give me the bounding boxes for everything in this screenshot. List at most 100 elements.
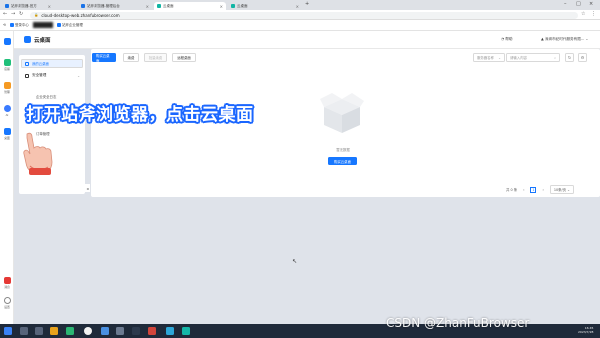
user-name: 深圳市纪时代服务有限... — [544, 37, 585, 41]
home-icon — [3, 38, 11, 45]
bookmarks-bar: ⟲ 登录中心 站斧企业管理 — [0, 20, 600, 31]
bookmark-enterprise[interactable]: 站斧企业管理 — [56, 23, 83, 28]
rail-desktop[interactable]: 桌面 — [2, 128, 12, 140]
desktop-icon — [3, 128, 11, 135]
buy-cloud-desktop-button[interactable]: 购买云桌面 — [92, 53, 116, 63]
close-icon[interactable]: × — [220, 4, 223, 9]
next-page-icon[interactable]: › — [542, 188, 543, 192]
bookmark-label: 登录中心 — [14, 22, 29, 27]
rail-ai[interactable]: AI — [2, 105, 12, 117]
remote-desktop-button[interactable]: 远程桌面 — [172, 53, 196, 62]
bookmark-icon — [9, 23, 14, 27]
batch-renew-button[interactable]: 批量续费 — [144, 53, 167, 62]
browser-tab-strip: 站斧浏览器-官方 × 站斧浏览器-管理后台 × 云桌面 × 云桌面 × + – … — [0, 0, 600, 10]
url-field[interactable]: 🔒 cloud-desktop-web.zhanfubrowser.com — [30, 11, 578, 19]
pagination: 共 0 条 ‹ 1 › 10条/页 ⌄ — [506, 185, 574, 194]
search-icon: ⌕ — [554, 55, 556, 60]
rail-manage[interactable]: 管理 — [2, 82, 12, 94]
bookmark-login-center[interactable]: 登录中心 — [9, 22, 29, 28]
user-menu[interactable]: ▲ 深圳市纪时代服务有限... ⌄ — [541, 37, 588, 42]
manage-icon — [3, 82, 11, 89]
refresh-icon[interactable]: ↻ — [565, 53, 574, 62]
watermark: CSDN @ZhanFuBrowser — [386, 316, 530, 330]
redacted-bookmark — [32, 22, 53, 28]
menu-icon[interactable]: ⋮ — [591, 11, 596, 17]
close-icon[interactable]: × — [48, 4, 51, 9]
empty-buy-button[interactable]: 购买云桌面 — [328, 157, 357, 165]
collapse-sidebar-button[interactable]: ◂ — [85, 184, 90, 192]
maximize-icon[interactable]: □ — [576, 1, 581, 7]
reload-icon[interactable]: ↻ — [19, 11, 23, 17]
app-icon[interactable] — [101, 327, 109, 335]
rail-label: 桌面 — [4, 135, 10, 140]
sidebar-item-security[interactable]: 安全管理 ⌄ — [21, 71, 83, 80]
rail-label: 消息 — [4, 284, 10, 289]
start-icon[interactable] — [4, 327, 12, 335]
tab-title: 站斧浏览器-管理后台 — [87, 3, 120, 8]
app-header: 云桌面 ◔ 帮助 ▲ 深圳市纪时代服务有限... ⌄ — [14, 31, 600, 49]
page-size-select[interactable]: 10条/页 ⌄ — [549, 185, 574, 194]
minimize-icon[interactable]: – — [564, 1, 567, 7]
sidebar-sub-security-log[interactable]: 企业安全日志 — [36, 94, 56, 99]
lock-icon: 🔒 — [34, 13, 39, 17]
task-view-icon[interactable] — [35, 327, 43, 335]
search-placeholder: 请输入内容 — [510, 56, 527, 60]
system-clock[interactable]: 16:45 2023/7/28 — [578, 326, 593, 334]
new-tab-button[interactable]: + — [305, 1, 309, 7]
back-icon[interactable]: ← — [3, 11, 7, 17]
search-input[interactable]: 请输入内容 ⌕ — [506, 53, 560, 62]
app-icon[interactable] — [148, 327, 156, 335]
clock-date: 2023/7/28 — [578, 330, 594, 334]
page-title: 云桌面 — [34, 38, 51, 44]
gear-icon — [3, 297, 11, 304]
rail-label: 店铺 — [4, 66, 10, 71]
sidebar-item-label: 安全管理 — [32, 73, 47, 77]
chrome-icon[interactable] — [84, 327, 92, 335]
filter-placeholder: 服务器名称 — [477, 56, 494, 60]
message-icon — [3, 277, 11, 284]
ai-icon — [3, 105, 11, 112]
desktop-icon — [25, 61, 29, 66]
current-page[interactable]: 1 — [530, 186, 537, 193]
tab-cloud-desktop-2[interactable]: 云桌面 × — [228, 2, 302, 10]
help-link[interactable]: ◔ 帮助 — [501, 37, 512, 42]
renew-button[interactable]: 续费 — [123, 53, 139, 62]
close-window-icon[interactable]: × — [589, 1, 593, 7]
close-icon[interactable]: × — [146, 4, 149, 9]
settings-icon[interactable]: ⚙ — [578, 53, 587, 62]
search-icon[interactable] — [20, 327, 28, 335]
close-icon[interactable]: × — [296, 4, 299, 9]
rail-messages[interactable]: 消息 — [2, 277, 12, 289]
rail-label: 管理 — [4, 89, 10, 94]
app-rail: 店铺 管理 AI 桌面 消息 设置 — [0, 31, 14, 324]
sidebar-item-my-cloud-desktop[interactable]: 我的云桌面 — [21, 59, 83, 68]
bookmark-arrow-icon[interactable]: ⟲ — [3, 23, 6, 27]
tutorial-caption: 打开站斧浏览器，点击云桌面 — [26, 105, 254, 125]
cloud-desktop-logo-icon — [24, 36, 31, 43]
app-icon[interactable] — [116, 327, 124, 335]
help-label: 帮助 — [505, 37, 513, 41]
rail-label: 设置 — [4, 304, 10, 309]
star-icon[interactable]: ☆ — [581, 11, 585, 17]
screen: 站斧浏览器-官方 × 站斧浏览器-管理后台 × 云桌面 × 云桌面 × + – … — [0, 0, 600, 338]
server-filter-select[interactable]: 服务器名称 ⌄ — [473, 53, 505, 62]
prev-page-icon[interactable]: ‹ — [523, 188, 524, 192]
tab-favicon — [5, 4, 9, 8]
tab-zhanfu-admin[interactable]: 站斧浏览器-管理后台 × — [78, 2, 152, 10]
tab-cloud-desktop[interactable]: 云桌面 × — [154, 2, 226, 10]
app-icon[interactable] — [182, 327, 190, 335]
url-text: cloud-desktop-web.zhanfubrowser.com — [41, 12, 120, 18]
rail-settings[interactable]: 设置 — [2, 297, 12, 309]
forward-icon[interactable]: → — [11, 11, 15, 17]
rail-home[interactable] — [2, 38, 12, 46]
app-icon[interactable] — [132, 327, 140, 335]
address-bar-row: ← → ↻ 🔒 cloud-desktop-web.zhanfubrowser.… — [0, 10, 600, 20]
app-icon[interactable] — [166, 327, 174, 335]
tab-title: 站斧浏览器-官方 — [11, 3, 37, 8]
rail-shop[interactable]: 店铺 — [2, 59, 12, 71]
tab-zhanfu-official[interactable]: 站斧浏览器-官方 × — [2, 2, 54, 10]
app-icon[interactable] — [66, 327, 74, 335]
tab-title: 云桌面 — [163, 3, 174, 8]
file-explorer-icon[interactable] — [50, 327, 58, 335]
tab-title: 云桌面 — [237, 3, 248, 8]
